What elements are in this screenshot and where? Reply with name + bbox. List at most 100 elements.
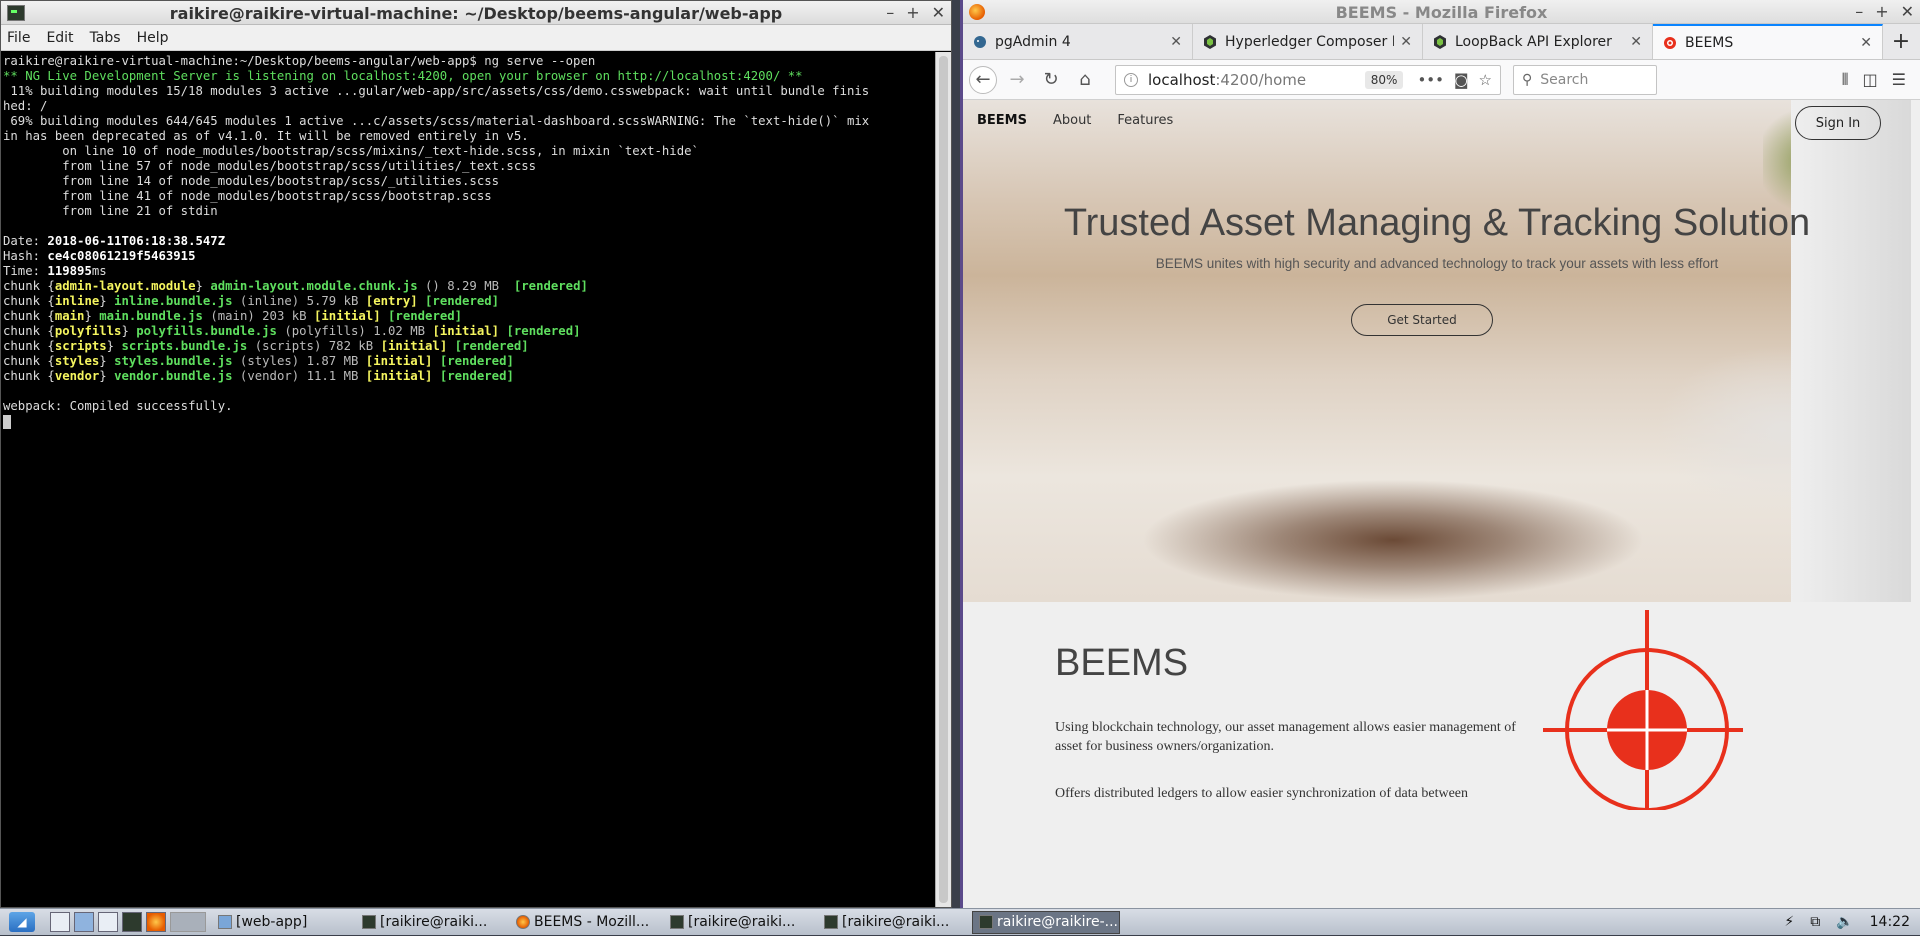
terminal-line: webpack: Compiled successfully. — [3, 399, 233, 413]
terminal-line: 69% building modules 644/645 modules 1 a… — [3, 114, 870, 128]
beems-icon — [1664, 36, 1676, 49]
minimize-icon[interactable]: – — [1855, 2, 1863, 21]
terminal-line: from line 14 of node_modules/bootstrap/s… — [3, 174, 500, 188]
firefox-icon — [516, 915, 530, 929]
hero-section: BEEMS About Features Sign In Trusted Ass… — [963, 100, 1911, 602]
close-icon[interactable]: ✕ — [932, 3, 945, 22]
page-actions-icon[interactable]: ••• — [1417, 71, 1444, 89]
loopback-icon — [1434, 34, 1446, 49]
terminal-line: raikire@raikire-virtual-machine:~/Deskto… — [3, 54, 596, 68]
clock[interactable]: 14:22 — [1870, 914, 1910, 930]
tab-beems[interactable]: BEEMS ✕ — [1653, 24, 1883, 59]
terminal-line: in has been deprecated as of v4.1.0. It … — [3, 129, 529, 143]
terminal-line: from line 21 of stdin — [3, 204, 218, 218]
menu-edit[interactable]: Edit — [46, 30, 73, 46]
terminal-chunk-line: chunk {vendor} vendor.bundle.js (vendor)… — [3, 369, 514, 383]
bookmark-star-icon[interactable]: ☆ — [1479, 71, 1492, 89]
web-page[interactable]: BEEMS About Features Sign In Trusted Ass… — [963, 100, 1920, 908]
terminal-chunk-line: chunk {styles} styles.bundle.js (styles)… — [3, 354, 514, 368]
terminal-icon — [979, 915, 993, 929]
volume-icon[interactable]: 🔈 — [1836, 914, 1853, 930]
terminal-date-line: Date: 2018-06-11T06:18:38.547Z — [3, 234, 226, 248]
terminal-chunk-line: chunk {polyfills} polyfills.bundle.js (p… — [3, 324, 581, 338]
terminal-hash-line: Hash: ce4c08061219f5463915 — [3, 249, 196, 263]
nav-about[interactable]: About — [1053, 113, 1091, 128]
back-button[interactable]: ← — [969, 65, 997, 94]
info-icon[interactable]: i — [1124, 72, 1138, 87]
sign-in-button[interactable]: Sign In — [1795, 106, 1881, 140]
url-bar[interactable]: i localhost:4200/home 80% ••• ◙ ☆ — [1115, 64, 1501, 95]
firefox-launch-icon[interactable] — [146, 912, 166, 932]
desktop-icon[interactable] — [50, 912, 70, 932]
menu-tabs[interactable]: Tabs — [90, 30, 121, 46]
close-tab-icon[interactable]: ✕ — [1630, 34, 1642, 50]
hero-subtitle: BEEMS unites with high security and adva… — [1155, 256, 1719, 271]
minimize-icon[interactable]: – — [886, 3, 894, 22]
search-input[interactable]: ⚲ Search — [1513, 64, 1657, 95]
files-icon[interactable] — [74, 912, 94, 932]
terminal-window[interactable]: raikire@raikire-virtual-machine: ~/Deskt… — [0, 0, 952, 908]
site-brand[interactable]: BEEMS — [977, 113, 1027, 128]
tab-pgadmin[interactable]: pgAdmin 4 ✕ — [963, 24, 1193, 59]
taskbar-task[interactable]: [raikire@raiki... — [664, 911, 814, 934]
terminal-line: from line 41 of node_modules/bootstrap/s… — [3, 189, 492, 203]
home-button[interactable]: ⌂ — [1071, 66, 1099, 94]
firefox-titlebar[interactable]: BEEMS - Mozilla Firefox – + ✕ — [963, 0, 1920, 24]
elephant-icon — [974, 35, 986, 48]
power-icon[interactable]: ⚡ — [1784, 914, 1794, 930]
taskbar-task[interactable]: BEEMS - Mozill... — [510, 911, 660, 934]
text-editor-icon[interactable] — [98, 912, 118, 932]
terminal-titlebar[interactable]: raikire@raikire-virtual-machine: ~/Deskt… — [1, 1, 951, 25]
tab-hyperledger[interactable]: Hyperledger Composer Playground✕ — [1193, 24, 1423, 59]
firefox-window[interactable]: BEEMS - Mozilla Firefox – + ✕ pgAdmin 4 ✕… — [960, 0, 1920, 908]
hero-title: Trusted Asset Managing & Tracking Soluti… — [1063, 202, 1811, 244]
close-tab-icon[interactable]: ✕ — [1400, 34, 1412, 50]
terminal-line: on line 10 of node_modules/bootstrap/scs… — [3, 144, 699, 158]
hamburger-menu-icon[interactable]: ☰ — [1892, 70, 1906, 90]
terminal-scrollbar[interactable] — [935, 52, 951, 907]
library-icon[interactable]: ⫴ — [1842, 70, 1849, 90]
taskbar-task-active[interactable]: raikire@raikire-... — [972, 910, 1120, 934]
pocket-icon[interactable]: ◙ — [1454, 71, 1469, 89]
terminal-icon — [824, 915, 838, 929]
terminal-launch-icon[interactable] — [122, 912, 142, 932]
network-icon[interactable]: ⧉ — [1810, 914, 1820, 930]
nav-features[interactable]: Features — [1117, 113, 1173, 128]
terminal-line: 11% building modules 15/18 modules 3 act… — [3, 84, 870, 98]
quick-launch — [44, 912, 212, 932]
terminal-chunk-line: chunk {admin-layout.module} admin-layout… — [3, 279, 588, 293]
terminal-output[interactable]: raikire@raikire-virtual-machine:~/Deskto… — [1, 52, 935, 907]
new-tab-button[interactable]: + — [1883, 24, 1919, 59]
taskbar-task[interactable]: [raikire@raiki... — [356, 911, 506, 934]
get-started-button[interactable]: Get Started — [1351, 304, 1493, 336]
target-crosshair-icon — [1543, 610, 1743, 810]
maximize-icon[interactable]: + — [1875, 2, 1888, 21]
tab-strip: pgAdmin 4✕ Hyperledger Composer Playgrou… — [963, 24, 1920, 60]
menu-file[interactable]: File — [7, 30, 30, 46]
navigation-toolbar: ← → ↻ ⌂ i localhost:4200/home 80% ••• ◙ … — [963, 60, 1920, 100]
terminal-line: hed: / — [3, 99, 48, 113]
search-icon: ⚲ — [1522, 71, 1533, 88]
sidebar-icon[interactable]: ◫ — [1863, 70, 1878, 90]
reload-button[interactable]: ↻ — [1037, 66, 1065, 94]
forward-button[interactable]: → — [1003, 66, 1031, 94]
taskbar-task[interactable]: [raikire@raiki... — [818, 911, 968, 934]
terminal-chunk-line: chunk {inline} inline.bundle.js (inline)… — [3, 294, 500, 308]
start-icon: ◢ — [9, 912, 35, 932]
maximize-icon[interactable]: + — [906, 3, 919, 22]
terminal-line: from line 57 of node_modules/bootstrap/s… — [3, 159, 537, 173]
terminal-line: ** NG Live Development Server is listeni… — [3, 69, 803, 83]
close-icon[interactable]: ✕ — [1901, 2, 1914, 21]
section-title: BEEMS — [1055, 642, 1189, 684]
zoom-indicator[interactable]: 80% — [1364, 70, 1404, 89]
site-navbar: BEEMS About Features — [963, 100, 1911, 140]
close-tab-icon[interactable]: ✕ — [1170, 34, 1182, 50]
taskbar-task[interactable]: [web-app] — [212, 911, 352, 934]
section-paragraph-2: Offers distributed ledgers to allow easi… — [1055, 786, 1468, 801]
start-menu-button[interactable]: ◢ — [0, 909, 44, 936]
terminal-time-line: Time: 119895ms — [3, 264, 107, 278]
close-tab-icon[interactable]: ✕ — [1860, 35, 1872, 51]
tab-loopback[interactable]: LoopBack API Explorer ✕ — [1423, 24, 1653, 59]
firefox-title: BEEMS - Mozilla Firefox — [1335, 3, 1548, 22]
menu-help[interactable]: Help — [137, 30, 169, 46]
